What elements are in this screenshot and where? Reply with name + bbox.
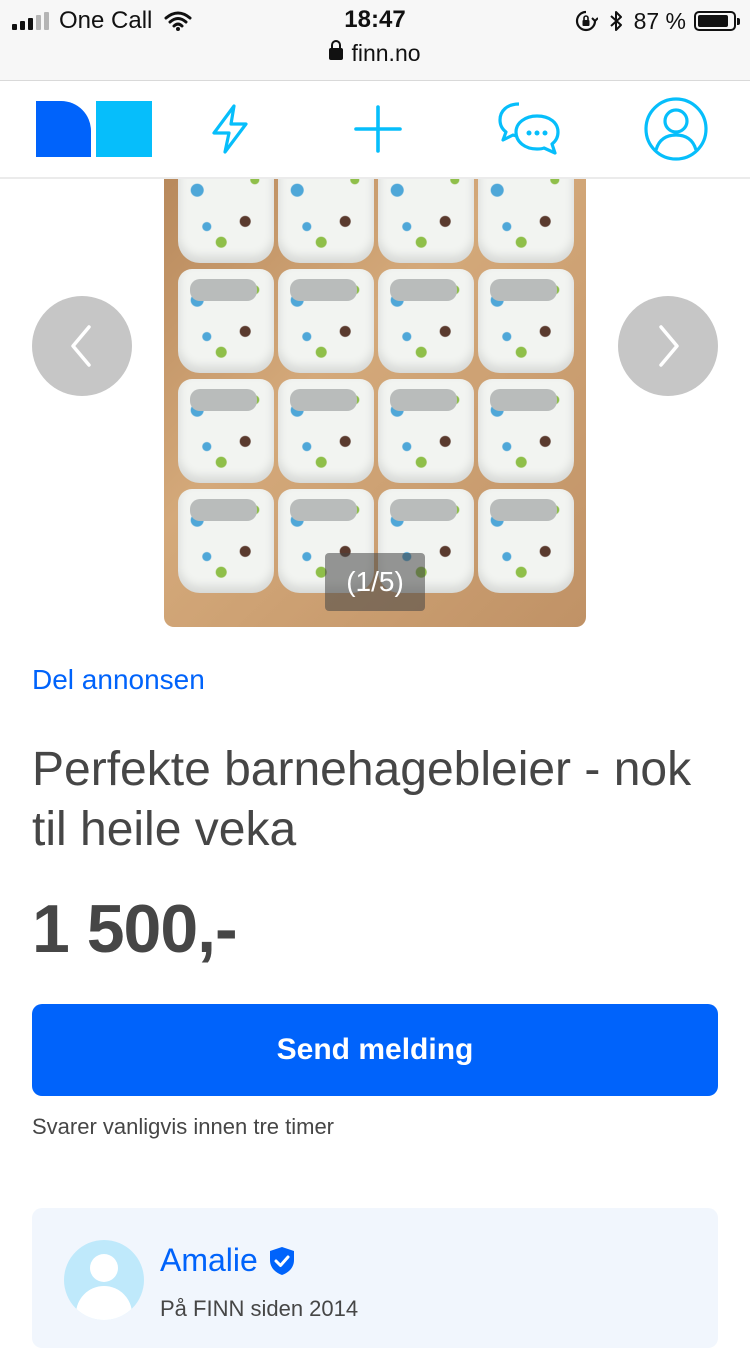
battery-fill: [698, 15, 728, 27]
avatar-head: [90, 1254, 118, 1282]
seller-name-row[interactable]: Amalie: [160, 1242, 296, 1279]
chevron-left-icon: [71, 325, 91, 367]
plus-icon[interactable]: [344, 95, 412, 163]
listing-price: 1 500,-: [32, 891, 238, 967]
verified-badge-icon: [269, 1246, 294, 1275]
chevron-right-icon: [659, 325, 679, 367]
diaper-image-part: [478, 379, 574, 483]
finn-logo[interactable]: [36, 101, 152, 157]
app-navbar: [0, 81, 750, 179]
avatar-body: [76, 1286, 132, 1320]
image-counter: (1/5): [325, 553, 425, 611]
battery-icon: [694, 11, 740, 31]
diaper-image-part: [278, 179, 374, 263]
send-message-button[interactable]: Send melding: [32, 1004, 718, 1096]
lightning-icon[interactable]: [196, 95, 264, 163]
battery-percent: 87 %: [633, 7, 686, 34]
bluetooth-icon: [609, 11, 622, 31]
diaper-image-part: [378, 179, 474, 263]
diaper-image-part: [178, 269, 274, 373]
url-text: finn.no: [351, 40, 421, 66]
previous-image-button[interactable]: [32, 296, 132, 396]
address-bar[interactable]: finn.no: [0, 40, 750, 67]
orientation-lock-icon: [575, 10, 598, 32]
listing-title: Perfekte barnehagebleier - nok til heile…: [32, 743, 692, 856]
diaper-image-part: [478, 489, 574, 593]
next-image-button[interactable]: [618, 296, 718, 396]
diaper-image-part: [178, 489, 274, 593]
lock-icon: [329, 40, 344, 60]
diaper-image-part: [478, 179, 574, 263]
profile-icon[interactable]: [642, 95, 710, 163]
share-link[interactable]: Del annonsen: [32, 664, 205, 696]
diaper-image-part: [378, 269, 474, 373]
diaper-image-part: [178, 179, 274, 263]
status-bar: One Call 18:47 finn.no 87 %: [0, 0, 750, 81]
logo-left-shape: [36, 101, 91, 157]
diaper-image-part: [278, 379, 374, 483]
chat-icon[interactable]: [495, 95, 563, 163]
seller-name[interactable]: Amalie: [160, 1242, 258, 1279]
diaper-image-part: [178, 379, 274, 483]
reply-time-text: Svarer vanligvis innen tre timer: [32, 1114, 335, 1139]
member-since: På FINN siden 2014: [160, 1296, 359, 1321]
avatar[interactable]: [64, 1240, 144, 1320]
image-carousel[interactable]: (1/5): [0, 179, 750, 629]
diaper-image-part: [278, 269, 374, 373]
diaper-image-part: [478, 269, 574, 373]
seller-card: Amalie På FINN siden 2014: [32, 1208, 718, 1348]
status-right: 87 %: [574, 7, 740, 34]
logo-right-shape: [96, 101, 152, 157]
diaper-image-part: [378, 379, 474, 483]
